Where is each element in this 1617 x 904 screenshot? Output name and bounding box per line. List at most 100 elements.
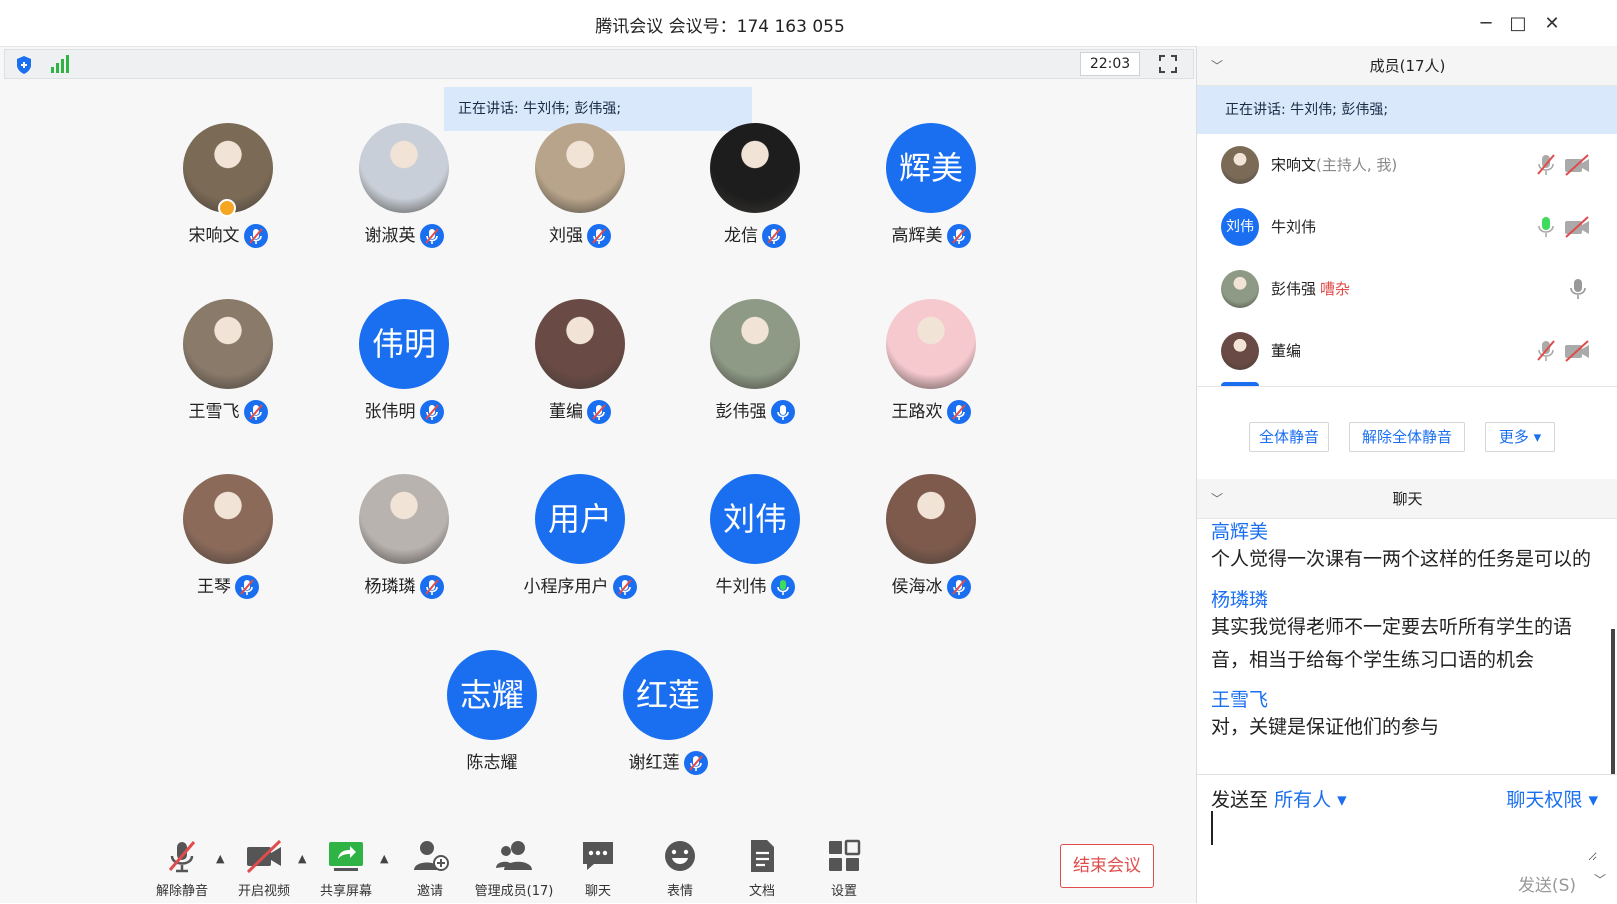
participant-name-text: 宋响文 [188,226,240,246]
mic-muted-icon [946,575,971,599]
chat-scrollbar[interactable] [1611,629,1615,774]
participant-name: 侯海冰 [841,572,1021,599]
chat-message-text: 个人觉得一次课有一两个这样的任务是可以的 [1211,548,1592,570]
unmute-all-button[interactable]: 解除全体静音 [1349,422,1465,452]
invite-button[interactable]: 邀请 [390,826,470,904]
participant-tile[interactable]: 刘强 [490,123,670,263]
participant-tile[interactable]: 侯海冰 [841,474,1021,614]
end-meeting-button[interactable]: 结束会议 [1060,844,1154,888]
participant-tile[interactable]: 刘伟 牛刘伟 [665,474,845,614]
participant-tile[interactable]: 王路欢 [841,299,1021,439]
chat-permission-button[interactable]: 聊天权限 ▾ [1506,785,1598,812]
members-panel-header[interactable]: ﹀ 成员(17人) [1197,46,1617,86]
participant-name: 谢红莲 [578,748,758,775]
avatar-photo [183,474,273,564]
avatar-photo [183,299,273,389]
camera-off-icon[interactable] [1563,153,1591,177]
member-row[interactable]: 董编 [1197,320,1617,382]
mic-speaking-icon [770,575,795,599]
participant-name-text: 王雪飞 [188,402,240,422]
participant-tile[interactable]: 董编 [490,299,670,439]
chat-panel-header[interactable]: ﹀ 聊天 [1197,479,1617,519]
participant-tile[interactable]: 龙信 [665,123,845,263]
avatar-photo [710,299,800,389]
chat-input[interactable] [1217,811,1597,861]
share-screen-button[interactable]: 共享屏幕 [306,826,386,904]
mic-muted-icon [946,224,971,248]
participant-tile[interactable]: 伟明 张伟明 [314,299,494,439]
member-role: (主持人, 我) [1316,156,1398,174]
avatar-photo [886,299,976,389]
meeting-toolbar: 解除静音 ▲ 开启视频 ▲ 共享屏幕 ▲ 邀请 管理成员(17) 聊天 表情 文… [0,826,1196,904]
member-row[interactable]: 宋响文(主持人, 我) [1197,134,1617,196]
mute-all-button[interactable]: 全体静音 [1249,422,1329,452]
signal-icon[interactable] [49,54,69,74]
settings-button[interactable]: 设置 [804,826,884,904]
participant-name-text: 王琴 [197,577,231,597]
add-user-icon [414,841,449,871]
avatar-photo [710,123,800,213]
avatar: 辉美 [886,123,976,213]
member-row[interactable]: 刘伟 牛刘伟 [1197,196,1617,258]
more-button[interactable]: 更多 ▾ [1485,422,1555,452]
member-name: 牛刘伟 [1271,216,1316,237]
participant-name-text: 王路欢 [891,402,943,422]
participant-name: 高辉美 [841,221,1021,248]
camera-off-icon[interactable] [1563,215,1591,239]
participant-tile[interactable]: 杨璘璘 [314,474,494,614]
member-row[interactable]: 彭伟强 嘈杂 [1197,258,1617,320]
participant-tile[interactable]: 用户 小程序用户 [490,474,670,614]
participant-tile[interactable]: 谢淑英 [314,123,494,263]
participant-tile[interactable]: 宋响文 [138,123,318,263]
divider [1197,386,1617,387]
mic-muted-icon [243,400,268,424]
mic-icon[interactable] [1565,276,1591,302]
avatar: 红莲 [623,650,713,740]
member-name-text: 牛刘伟 [1271,218,1317,236]
chevron-down-icon[interactable]: ﹀ [1211,479,1223,519]
participant-tile[interactable]: 辉美 高辉美 [841,123,1021,263]
camera-off-icon[interactable] [1563,339,1591,363]
member-name-text: 董编 [1271,342,1302,360]
participant-name: 张伟明 [314,397,494,424]
avatar-photo [535,299,625,389]
mic-speaking-icon[interactable] [1533,214,1559,240]
participant-name-text: 刘强 [549,226,583,246]
chat-button[interactable]: 聊天 [558,826,638,904]
unmute-button[interactable]: 解除静音 [142,826,222,904]
chevron-down-icon[interactable]: ﹀ [1211,46,1223,86]
close-button[interactable]: ✕ [1540,12,1564,36]
maximize-button[interactable]: □ [1506,12,1530,36]
mic-muted-icon [419,575,444,599]
emoji-button[interactable]: 表情 [640,826,720,904]
send-options-chevron-icon[interactable]: ﹀ [1594,871,1606,888]
shield-icon[interactable] [14,55,34,75]
participant-tile[interactable]: 红莲 谢红莲 [578,650,758,790]
participant-tile[interactable]: 志耀 陈志耀 [402,650,582,790]
chat-sender: 王雪飞 [1211,689,1269,711]
chat-message-text: 对，关键是保证他们的参与 [1211,716,1440,738]
avatar-photo [1221,332,1259,370]
minimize-button[interactable]: ─ [1474,12,1498,36]
participant-tile[interactable]: 王雪飞 [138,299,318,439]
manage-members-button[interactable]: 管理成员(17) [474,826,554,904]
participant-tile[interactable]: 彭伟强 [665,299,845,439]
participant-tile[interactable]: 王琴 [138,474,318,614]
send-button[interactable]: 发送(S) [1518,871,1576,896]
send-to-selector[interactable]: 发送至 所有人 ▾ [1211,785,1347,812]
send-to-label: 发送至 [1211,789,1269,811]
participant-name-text: 牛刘伟 [715,577,767,597]
avatar: 伟明 [359,299,449,389]
members-icon [496,841,532,870]
fullscreen-icon[interactable] [1158,54,1178,74]
participant-name: 彭伟强 [665,397,845,424]
start-video-button[interactable]: 开启视频 [224,826,304,904]
send-to-target[interactable]: 所有人 ▾ [1274,789,1347,811]
mic-muted-icon[interactable] [1533,338,1559,364]
camera-off-icon [246,839,282,874]
participant-name: 杨璘璘 [314,572,494,599]
text-cursor [1211,811,1213,845]
chat-messages[interactable]: 高辉美 个人觉得一次课有一两个这样的任务是可以的 杨璘璘 其实我觉得老师不一定要… [1197,519,1617,774]
docs-button[interactable]: 文档 [722,826,802,904]
mic-muted-icon[interactable] [1533,152,1559,178]
